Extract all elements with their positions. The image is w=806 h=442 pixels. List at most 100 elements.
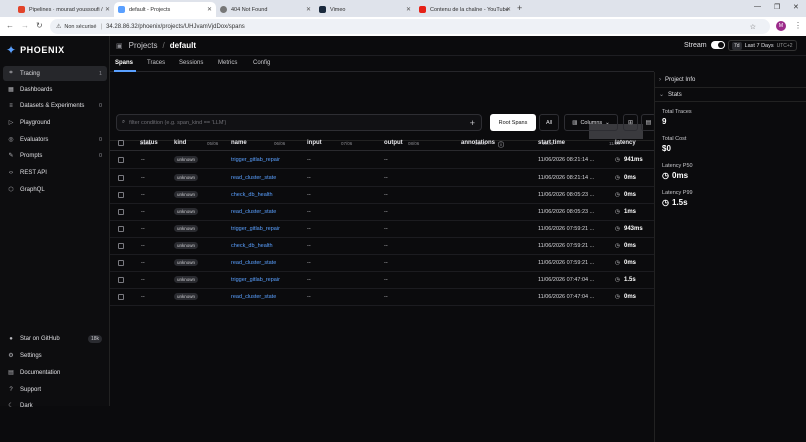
column-name[interactable]: name (231, 140, 247, 146)
span-name-link[interactable]: trigger_gitlab_repair (231, 157, 280, 163)
column-latency[interactable]: latency (615, 140, 636, 146)
span-name-link[interactable]: read_cluster_state (231, 260, 276, 266)
add-filter-icon[interactable]: + (470, 118, 475, 128)
table-row[interactable]: -- unknown read_cluster_state -- -- 11/0… (110, 204, 654, 221)
close-tab-icon[interactable]: ✕ (506, 6, 511, 13)
new-tab-icon[interactable]: + (517, 3, 522, 13)
stream-switch[interactable] (710, 41, 725, 49)
browser-tab[interactable]: Pipelines · mourad youssoufi / ✕ (14, 2, 114, 17)
tab-spans[interactable]: Spans (115, 60, 133, 66)
table-row[interactable]: -- unknown read_cluster_state -- -- 11/0… (110, 170, 654, 187)
divider (655, 101, 806, 102)
sidebar-item-graphql[interactable]: ⬡ GraphQL (3, 182, 107, 197)
filter-condition-input[interactable]: ⌕ filter condition (e.g. span_kind == 'L… (116, 114, 482, 131)
sidebar-item-playground[interactable]: ▷ Playground (3, 115, 107, 130)
close-tab-icon[interactable]: ✕ (105, 6, 110, 13)
columns-button[interactable]: ▥ Columns ⌄ (564, 114, 618, 131)
table-row[interactable]: -- unknown trigger_gitlab_repair -- -- 1… (110, 221, 654, 238)
table-row[interactable]: -- unknown trigger_gitlab_repair -- -- 1… (110, 272, 654, 289)
row-checkbox[interactable] (118, 243, 124, 249)
span-name-link[interactable]: read_cluster_state (231, 209, 276, 215)
browser-tab[interactable]: 404 Not Found ✕ (216, 2, 315, 17)
row-checkbox[interactable] (118, 192, 124, 198)
back-icon[interactable]: ← (6, 21, 14, 30)
star-icon[interactable]: ☆ (750, 23, 756, 31)
sidebar-item-dashboards[interactable]: ▦ Dashboards (3, 82, 107, 97)
column-status[interactable]: status (140, 140, 158, 146)
tab-sessions[interactable]: Sessions (179, 60, 203, 66)
row-checkbox[interactable] (118, 260, 124, 266)
span-name-link[interactable]: trigger_gitlab_repair (231, 226, 280, 232)
chevron-down-icon: ⌄ (605, 119, 610, 126)
select-all-checkbox[interactable] (118, 140, 124, 146)
table-row[interactable]: -- unknown trigger_gitlab_repair -- -- 1… (110, 152, 654, 169)
browser-tab[interactable]: Contenu de la chaîne - YouTube ✕ (415, 2, 515, 17)
sidebar-item-support[interactable]: ? Support (3, 382, 107, 397)
all-spans-button[interactable]: All (539, 114, 559, 131)
kind-badge: unknown (174, 225, 199, 232)
sidebar-item-settings[interactable]: ⚙ Settings (3, 348, 107, 363)
breadcrumb-projects[interactable]: Projects (129, 41, 158, 50)
table-row[interactable]: -- unknown read_cluster_state -- -- 11/0… (110, 289, 654, 306)
column-input[interactable]: input (307, 140, 322, 146)
sidebar-item-rest-api[interactable]: ‹› REST API (3, 165, 107, 180)
close-tab-icon[interactable]: ✕ (306, 6, 311, 13)
column-kind[interactable]: kind (174, 140, 186, 146)
table-row[interactable]: -- unknown read_cluster_state -- -- 11/0… (110, 255, 654, 272)
stream-toggle[interactable]: Stream (684, 41, 725, 49)
sidebar-item-documentation[interactable]: ▤ Documentation (3, 365, 107, 380)
sidebar-item-tracing[interactable]: ⌗ Tracing 1 (3, 66, 107, 81)
stats-section[interactable]: ⌄ Stats (659, 91, 682, 99)
table-row[interactable]: -- unknown check_db_health -- -- 11/06/2… (110, 238, 654, 255)
column-start-time[interactable]: start time (538, 140, 565, 146)
column-output[interactable]: output (384, 140, 403, 146)
column-annotations[interactable]: annotations (461, 140, 495, 146)
address-bar[interactable]: ⚠ Non sécurisé | 34.28.86.32/phoenix/pro… (50, 19, 770, 34)
sidebar-item-github[interactable]: ● Star on GitHub 18k (3, 331, 107, 346)
filter-options-icon[interactable]: ⊞ (623, 114, 638, 131)
clock-icon: ◷ (615, 175, 620, 181)
row-checkbox[interactable] (118, 157, 124, 163)
tab-metrics[interactable]: Metrics (218, 60, 237, 66)
browser-tab-active[interactable]: default - Projects ✕ (114, 2, 216, 17)
table-row[interactable]: -- unknown check_db_health -- -- 11/06/2… (110, 187, 654, 204)
row-checkbox[interactable] (118, 226, 124, 232)
span-name-link[interactable]: check_db_health (231, 243, 273, 249)
latency-p99-label: Latency P99 (662, 190, 693, 196)
close-tab-icon[interactable]: ✕ (406, 6, 411, 13)
brand-logo[interactable]: ✦ PHOENIX (6, 43, 65, 57)
row-checkbox[interactable] (118, 294, 124, 300)
tab-config[interactable]: Config (253, 60, 270, 66)
sidebar-item-evaluators[interactable]: ◎ Evaluators 0 (3, 132, 107, 147)
maximize-icon[interactable]: ❐ (774, 3, 780, 11)
play-icon: ▷ (8, 120, 14, 126)
span-name-link[interactable]: read_cluster_state (231, 294, 276, 300)
time-range-picker[interactable]: 7d Last 7 Days UTC+2 (728, 40, 797, 51)
kind-badge: unknown (174, 156, 199, 163)
span-histogram[interactable]: 04/06 05/06 06/06 07/06 08/06 09/06 10/0… (110, 72, 654, 146)
clock-icon: ◷ (615, 260, 620, 266)
close-window-icon[interactable]: ✕ (793, 3, 799, 11)
profile-avatar[interactable]: M (776, 21, 786, 31)
span-name-link[interactable]: trigger_gitlab_repair (231, 277, 280, 283)
row-checkbox[interactable] (118, 175, 124, 181)
tab-traces[interactable]: Traces (147, 60, 165, 66)
sidebar-item-prompts[interactable]: ✎ Prompts 0 (3, 148, 107, 163)
sidebar-toggle-icon[interactable]: ▣ (116, 42, 123, 50)
url-text[interactable]: 34.28.86.32/phoenix/projects/UHJvamVjdDo… (106, 24, 245, 30)
row-checkbox[interactable] (118, 209, 124, 215)
project-info-section[interactable]: › Project Info (659, 77, 695, 83)
browser-tab[interactable]: Vimeo ✕ (315, 2, 415, 17)
minimize-icon[interactable]: — (754, 3, 761, 10)
forward-icon[interactable]: → (21, 21, 29, 30)
close-tab-icon[interactable]: ✕ (207, 6, 212, 13)
menu-icon[interactable]: ⋮ (794, 21, 802, 30)
github-icon: ● (9, 335, 13, 342)
evaluator-icon: ◎ (8, 137, 14, 143)
root-spans-button[interactable]: Root Spans (490, 114, 536, 131)
span-name-link[interactable]: read_cluster_state (231, 175, 276, 181)
reload-icon[interactable]: ↻ (36, 21, 43, 30)
sidebar-item-datasets[interactable]: ≡ Datasets & Experiments 0 (3, 98, 107, 113)
span-name-link[interactable]: check_db_health (231, 192, 273, 198)
row-checkbox[interactable] (118, 277, 124, 283)
